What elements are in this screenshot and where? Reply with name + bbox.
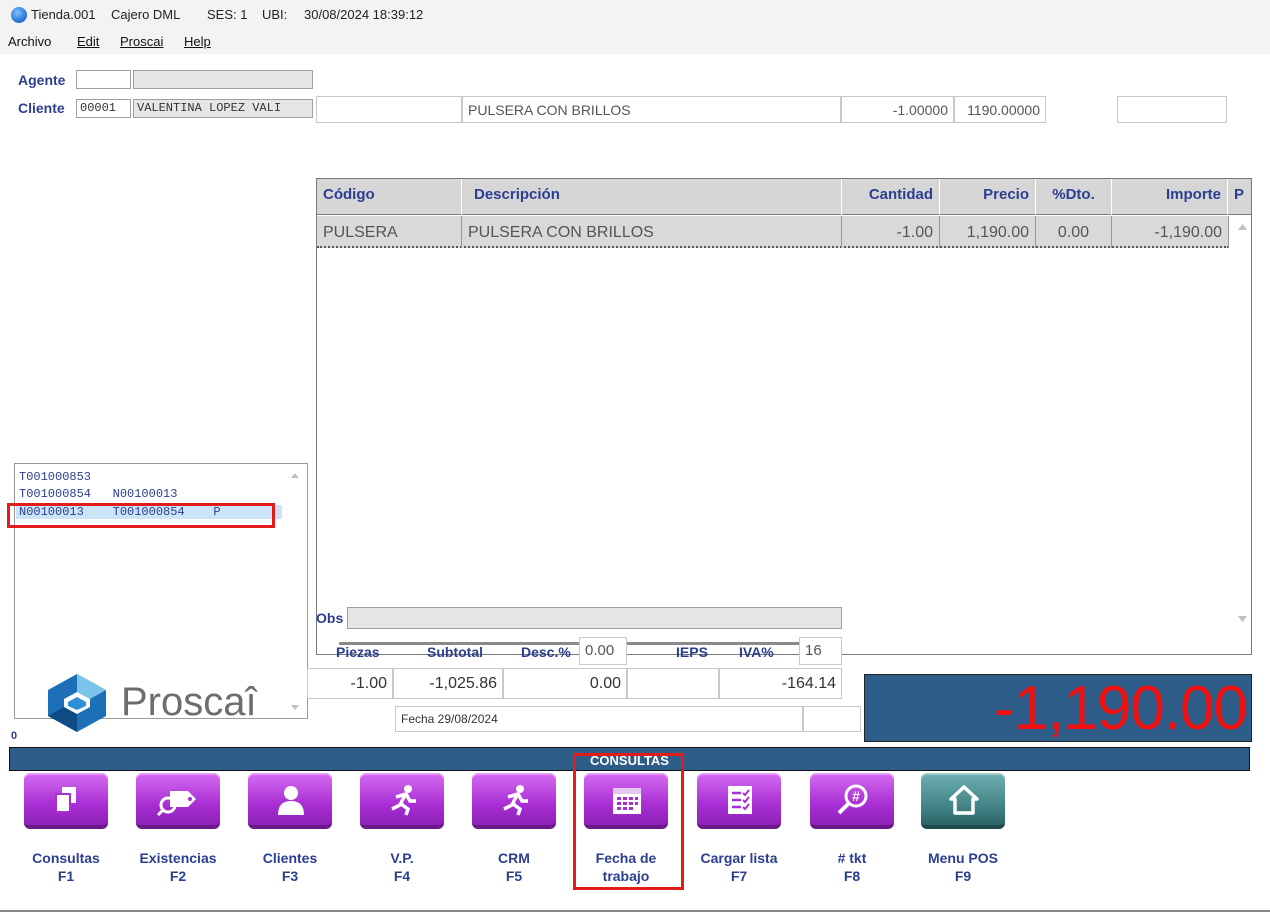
piezas-value: -1.00 <box>307 668 393 699</box>
consultas-label: Consultas F1 <box>32 850 100 884</box>
row-precio: 1,190.00 <box>940 216 1036 248</box>
menu-archivo[interactable]: Archivo <box>8 34 51 49</box>
col-p[interactable]: P <box>1228 179 1251 215</box>
menu-pos-button[interactable] <box>921 773 1005 829</box>
agente-code-field[interactable] <box>76 70 131 89</box>
title-bar: Tienda.001 Cajero DML SES: 1 UBI: 30/08/… <box>0 0 1270 30</box>
entry-price-field: 1190.00000 <box>954 96 1046 123</box>
store-name: Tienda.001 <box>31 7 96 22</box>
row-codigo: PULSERA <box>317 216 462 248</box>
items-grid[interactable]: Código Descripción Cantidad Precio %Dto.… <box>316 178 1252 655</box>
col-importe[interactable]: Importe <box>1112 179 1228 215</box>
desc-label: Desc.% <box>521 644 571 660</box>
agente-label: Agente <box>18 72 66 88</box>
descuento-value: 0.00 <box>503 668 627 699</box>
scroll-up-icon[interactable] <box>1233 218 1252 236</box>
ieps-value <box>627 668 719 699</box>
desc-pct-field[interactable]: 0.00 <box>579 637 627 665</box>
ieps-label: IEPS <box>676 644 708 660</box>
tag-search-icon <box>156 791 196 817</box>
svg-text:#: # <box>852 788 860 804</box>
row-importe: -1,190.00 <box>1112 216 1229 248</box>
grand-total-display: -1,190.00 <box>864 674 1252 743</box>
pos-main-panel: Agente Cliente 00001 VALENTINA LOPEZ VAL… <box>0 54 1270 912</box>
fecha-trabajo-highlight-box <box>573 753 684 890</box>
piezas-label: Piezas <box>336 644 380 660</box>
iva-pct-field[interactable]: 16 <box>799 637 842 665</box>
clientes-label: Clientes F3 <box>262 850 318 884</box>
iva-label: IVA% <box>739 644 774 660</box>
location-label: UBI: <box>262 7 288 22</box>
cashier-name: Cajero DML <box>111 7 181 22</box>
existencias-label: Existencias F2 <box>139 850 217 884</box>
col-precio[interactable]: Precio <box>940 179 1036 215</box>
person-icon <box>278 786 304 815</box>
list-item[interactable]: T001000854 N00100013 <box>19 487 177 501</box>
row-descripcion: PULSERA CON BRILLOS <box>462 216 842 248</box>
vp-label: V.P. F4 <box>390 850 414 884</box>
ticket-highlight-box <box>7 503 275 528</box>
copy-icon <box>55 787 76 813</box>
entry-extra-field[interactable] <box>1117 96 1227 123</box>
clientes-button[interactable] <box>248 773 332 829</box>
col-descripcion[interactable]: Descripción <box>462 179 842 215</box>
cliente-code-field[interactable]: 00001 <box>76 99 131 118</box>
crm-button[interactable] <box>472 773 556 829</box>
list-scroll-up-icon[interactable] <box>287 468 303 482</box>
agente-name-field <box>133 70 313 89</box>
fecha-field: Fecha 29/08/2024 <box>395 706 803 732</box>
ticket-search-label: # tkt F8 <box>837 850 867 884</box>
crm-label: CRM F5 <box>498 850 530 884</box>
menu-proscai[interactable]: Proscai <box>120 34 163 49</box>
cliente-label: Cliente <box>18 100 65 116</box>
existencias-button[interactable] <box>136 773 220 829</box>
menu-help[interactable]: Help <box>184 34 211 49</box>
grid-vertical-scrollbar[interactable] <box>1233 216 1252 654</box>
vp-button[interactable] <box>360 773 444 829</box>
cliente-name-field: VALENTINA LOPEZ VALI <box>133 99 313 118</box>
obs-label: Obs <box>316 610 344 626</box>
row-dto: 0.00 <box>1036 216 1112 248</box>
proscai-logo-icon <box>48 674 106 732</box>
running-person-icon <box>391 785 416 816</box>
grid-horizontal-scrollbar[interactable] <box>339 642 805 645</box>
iva-value: -164.14 <box>719 668 842 699</box>
entry-description-field: PULSERA CON BRILLOS <box>462 96 841 123</box>
ticket-search-button[interactable]: # <box>810 773 894 829</box>
list-item[interactable]: T001000853 <box>19 470 91 484</box>
hash-search-icon: # <box>837 784 868 815</box>
cargar-lista-label: Cargar lista F7 <box>700 850 778 884</box>
running-person-icon <box>503 785 528 816</box>
fecha-extra-field <box>803 706 861 732</box>
table-row[interactable]: PULSERA PULSERA CON BRILLOS -1.00 1,190.… <box>317 216 1229 248</box>
checklist-icon <box>728 786 752 814</box>
app-globe-icon <box>11 7 27 23</box>
menu-pos-label: Menu POS F9 <box>927 850 998 884</box>
col-cantidad[interactable]: Cantidad <box>842 179 940 215</box>
consultas-button[interactable] <box>24 773 108 829</box>
subtotal-value: -1,025.86 <box>393 668 503 699</box>
subtotal-label: Subtotal <box>427 644 483 660</box>
session-label: SES: 1 <box>207 7 248 22</box>
row-cantidad: -1.00 <box>842 216 940 248</box>
list-scroll-down-icon[interactable] <box>287 700 303 714</box>
obs-field[interactable] <box>347 607 842 629</box>
brand-name: Proscaî <box>121 680 257 724</box>
entry-quantity-field[interactable]: -1.00000 <box>841 96 954 123</box>
counter-value: 0 <box>11 730 18 742</box>
cargar-lista-button[interactable] <box>697 773 781 829</box>
grid-header: Código Descripción Cantidad Precio %Dto.… <box>317 179 1251 215</box>
home-icon <box>949 785 979 815</box>
entry-code-field[interactable] <box>316 96 462 123</box>
scroll-down-icon[interactable] <box>1233 610 1252 628</box>
menu-edit[interactable]: Edit <box>77 34 99 49</box>
menu-bar: Archivo Edit Proscai Help <box>0 30 1270 54</box>
col-codigo[interactable]: Código <box>317 179 462 215</box>
datetime: 30/08/2024 18:39:12 <box>304 7 424 22</box>
col-dto[interactable]: %Dto. <box>1036 179 1112 215</box>
